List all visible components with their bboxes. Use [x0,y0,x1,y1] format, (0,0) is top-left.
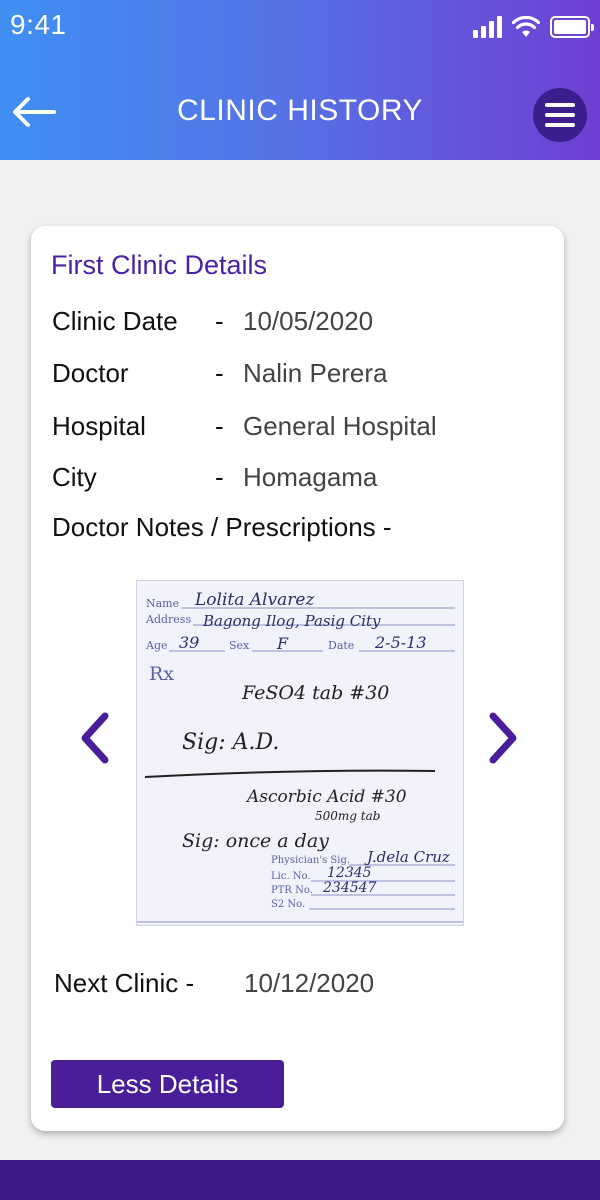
city-value: Homagama [243,462,378,492]
chevron-right-icon [489,712,517,764]
rx-symbol: Rx [149,663,174,685]
s2-label: S2 No. [271,899,305,910]
page-title: CLINIC HISTORY [177,94,423,127]
doctor-value: Nalin Perera [243,358,388,388]
row-separator: - [215,411,224,441]
chevron-left-icon [81,712,109,764]
lic-number: 12345 [327,865,372,881]
row-label: Doctor [52,358,129,388]
date-label: Date [328,639,354,652]
patient-name: Lolita Alvarez [194,590,315,610]
ptr-label: PTR No. [271,885,313,896]
notes-label: Doctor Notes / Prescriptions - [52,512,392,542]
next-clinic-value: 10/12/2020 [244,968,375,998]
menu-button[interactable] [533,88,587,142]
ptr-number: 234547 [322,880,377,896]
wifi-icon [512,16,540,37]
prev-image-button[interactable] [75,710,115,766]
row-label: Hospital [52,411,146,441]
physician-signature: J.dela Cruz [364,848,450,866]
card-title: First Clinic Details [51,250,268,280]
next-clinic-label: Next Clinic - [54,968,195,998]
sex-label: Sex [229,639,250,652]
bottom-bar [0,1160,600,1200]
row-separator: - [215,306,224,336]
hamburger-icon [545,103,575,107]
less-details-button[interactable]: Less Details [51,1060,284,1108]
row-separator: - [215,358,224,388]
battery-icon [550,16,594,38]
status-icons [473,14,594,38]
rx-line-2: Ascorbic Acid #30 [245,787,407,807]
row-separator: - [215,462,224,492]
patient-address: Bagong Ilog, Pasig City [202,612,381,630]
app-header: 9:41 CLINIC HISTORY [0,0,600,160]
patient-sex: F [276,634,289,653]
rx-line-2b: 500mg tab [315,809,380,823]
prescription-date: 2-5-13 [374,633,427,652]
address-label: Address [145,613,191,626]
patient-age: 39 [179,633,199,652]
rx-line-1: FeSO4 tab #30 [241,682,389,704]
hospital-value: General Hospital [243,411,437,441]
prescription-image: Name Lolita Alvarez Address Bagong Ilog,… [136,580,464,926]
clinic-date-value: 10/05/2020 [243,306,374,336]
age-label: Age [145,639,168,652]
next-image-button[interactable] [483,710,523,766]
next-clinic-row: Next Clinic - 10/12/2020 [54,968,374,999]
row-label: Clinic Date [52,306,178,336]
signal-icon [473,16,502,38]
sig-line-2: Sig: once a day [182,830,329,852]
row-label: City [52,462,97,492]
sig-line-1: Sig: A.D. [182,730,279,755]
name-label: Name [146,597,179,610]
clinic-details-card: First Clinic Details Clinic Date - 10/05… [31,226,564,1131]
lic-label: Lic. No. [271,871,311,882]
status-time: 9:41 [10,9,67,40]
